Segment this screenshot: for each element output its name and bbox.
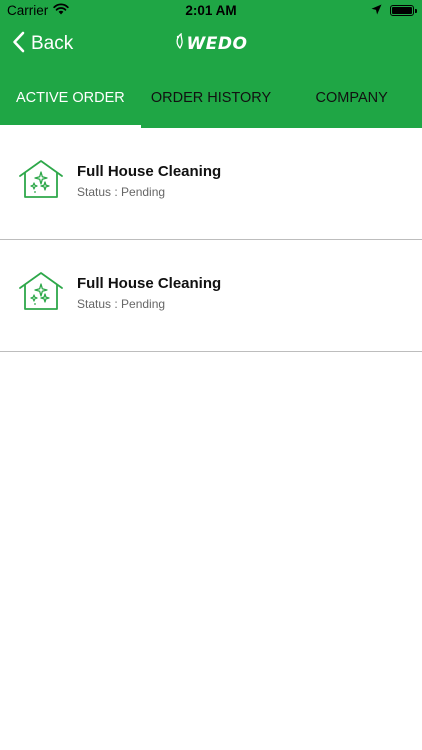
status-right [371, 3, 417, 18]
tab-order-history[interactable]: ORDER HISTORY [141, 82, 282, 128]
order-status: Status : Pending [77, 185, 166, 199]
order-text: Full House Cleaning Status : Pending [77, 159, 221, 199]
tab-company[interactable]: COMPANY [281, 82, 422, 128]
tab-label: COMPANY [315, 90, 388, 106]
order-text: Full House Cleaning Status : Pending [77, 271, 221, 311]
order-status: Status : Pending [77, 297, 166, 311]
tab-label: ORDER HISTORY [150, 90, 272, 106]
tab-bar: ACTIVE ORDER ORDER HISTORY COMPANY [0, 82, 422, 128]
app-header: Carrier 2:01 AM Back WEDO ACTIVE ORDER O… [0, 0, 422, 128]
logo-leaf-icon [175, 32, 185, 54]
location-arrow-icon [371, 3, 382, 18]
order-item[interactable]: Full House Cleaning Status : Pending [0, 240, 422, 352]
tab-label: ACTIVE ORDER [15, 90, 125, 106]
order-list: Full House Cleaning Status : Pending Ful… [0, 128, 422, 352]
house-cleaning-icon [18, 159, 64, 199]
battery-icon [390, 5, 417, 16]
order-item[interactable]: Full House Cleaning Status : Pending [0, 128, 422, 240]
order-title: Full House Cleaning [77, 275, 222, 292]
order-title: Full House Cleaning [77, 163, 222, 180]
wedo-logo: WEDO [0, 32, 422, 54]
house-cleaning-icon [18, 271, 64, 311]
logo-text: WEDO [186, 33, 248, 54]
status-bar: Carrier 2:01 AM [0, 0, 422, 22]
status-time: 2:01 AM [185, 3, 237, 18]
tab-active-order[interactable]: ACTIVE ORDER [0, 82, 141, 128]
